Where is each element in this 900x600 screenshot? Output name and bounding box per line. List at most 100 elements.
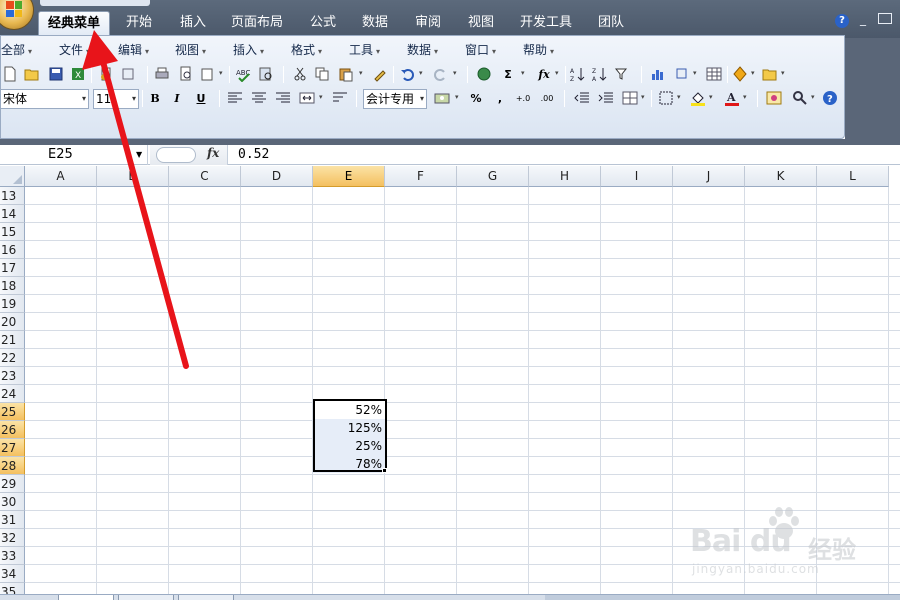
clipart-icon[interactable] [765, 89, 783, 107]
row-header-16[interactable]: 16 [0, 241, 25, 259]
tab-formulas[interactable]: 公式 [300, 11, 346, 35]
page-setup-icon[interactable] [199, 65, 217, 83]
chevron-down-icon[interactable]: ▾ [419, 69, 423, 77]
increase-indent-icon[interactable] [597, 89, 615, 107]
row-header-15[interactable]: 15 [0, 223, 25, 241]
formula-expand-handle[interactable] [156, 147, 196, 163]
row-header-18[interactable]: 18 [0, 277, 25, 295]
align-right-icon[interactable] [274, 89, 292, 107]
column-header-B[interactable]: B [97, 166, 169, 187]
format-painter-icon[interactable] [371, 65, 389, 83]
cell-E26[interactable]: 125% [313, 419, 385, 437]
sheet-tab[interactable] [118, 595, 174, 600]
cell-style-icon[interactable] [621, 89, 639, 107]
horizontal-scrollbar[interactable] [545, 595, 900, 600]
bold-button[interactable]: B [146, 89, 164, 107]
chevron-down-icon[interactable]: ▾ [751, 69, 755, 77]
column-header-D[interactable]: D [241, 166, 313, 187]
insert-function-icon[interactable]: fx [207, 146, 219, 160]
decrease-decimal-icon[interactable]: .00 [538, 89, 556, 107]
select-all-button[interactable] [0, 166, 25, 187]
tab-home[interactable]: 开始 [116, 11, 162, 35]
increase-decimal-icon[interactable]: +.0 [514, 89, 532, 107]
chevron-down-icon[interactable]: ▾ [359, 69, 363, 77]
chevron-down-icon[interactable]: ▼ [136, 150, 142, 159]
column-header-L[interactable]: L [817, 166, 889, 187]
chevron-down-icon[interactable]: ▾ [219, 69, 223, 77]
column-header-I[interactable]: I [601, 166, 673, 187]
font-name-select[interactable]: 宋体 ▾ [0, 89, 89, 109]
italic-button[interactable]: I [168, 89, 186, 107]
tab-view[interactable]: 视图 [458, 11, 504, 35]
chevron-down-icon[interactable]: ▾ [555, 69, 559, 77]
excel-icon[interactable]: X [69, 65, 87, 83]
row-header-35[interactable]: 35 [0, 583, 25, 594]
menu-all[interactable]: 全部 ▾ [1, 42, 32, 59]
chevron-down-icon[interactable]: ▾ [781, 69, 785, 77]
tab-classic-menu[interactable]: 经典菜单 [38, 11, 110, 35]
row-header-26[interactable]: 26 [0, 421, 25, 439]
chevron-down-icon[interactable]: ▾ [455, 93, 459, 101]
wrap-text-icon[interactable] [331, 89, 349, 107]
number-format-select[interactable]: 会计专用 ▾ [363, 89, 427, 109]
menu-tools[interactable]: 工具 ▾ [349, 42, 380, 59]
function-icon[interactable]: fx [535, 65, 553, 83]
fill-color-icon[interactable] [689, 89, 707, 107]
help-circle-icon[interactable]: ? [821, 89, 839, 107]
row-header-19[interactable]: 19 [0, 295, 25, 313]
chevron-down-icon[interactable]: ▾ [453, 69, 457, 77]
hyperlink-icon[interactable] [475, 65, 493, 83]
chevron-down-icon[interactable]: ▾ [521, 69, 525, 77]
print-icon[interactable] [153, 65, 171, 83]
column-header-K[interactable]: K [745, 166, 817, 187]
row-header-21[interactable]: 21 [0, 331, 25, 349]
accounting-format-icon[interactable] [433, 89, 451, 107]
tab-data[interactable]: 数据 [352, 11, 398, 35]
research-icon[interactable] [257, 65, 275, 83]
new-document-icon[interactable] [1, 65, 19, 83]
cell-E25[interactable]: 52% [313, 401, 385, 419]
print-preview-icon[interactable] [177, 65, 195, 83]
menu-view[interactable]: 视图 ▾ [175, 42, 206, 59]
row-header-14[interactable]: 14 [0, 205, 25, 223]
chevron-down-icon[interactable]: ▾ [677, 93, 681, 101]
row-header-13[interactable]: 13 [0, 187, 25, 205]
menu-data[interactable]: 数据 ▾ [407, 42, 438, 59]
chevron-down-icon[interactable]: ▾ [693, 69, 697, 77]
chevron-down-icon[interactable]: ▾ [743, 93, 747, 101]
spelling-icon[interactable]: ABC [235, 65, 253, 83]
column-header-J[interactable]: J [673, 166, 745, 187]
column-header-C[interactable]: C [169, 166, 241, 187]
row-header-22[interactable]: 22 [0, 349, 25, 367]
row-header-27[interactable]: 27 [0, 439, 25, 457]
cell-E28[interactable]: 78% [313, 455, 385, 473]
row-header-32[interactable]: 32 [0, 529, 25, 547]
underline-button[interactable]: U [192, 89, 210, 107]
fill-handle[interactable] [382, 468, 387, 473]
formula-input[interactable]: 0.52 [238, 147, 269, 162]
filter-icon[interactable] [613, 65, 631, 83]
comma-button[interactable]: , [491, 89, 509, 107]
column-header-H[interactable]: H [529, 166, 601, 187]
shapes-icon[interactable] [673, 65, 691, 83]
align-left-icon[interactable] [226, 89, 244, 107]
borders-icon[interactable] [657, 89, 675, 107]
font-color-icon[interactable]: A [723, 89, 741, 107]
align-center-icon[interactable] [250, 89, 268, 107]
tab-team[interactable]: 团队 [588, 11, 634, 35]
search-icon[interactable] [791, 89, 809, 107]
paste-icon[interactable] [337, 65, 355, 83]
autosum-icon[interactable]: Σ [499, 65, 517, 83]
font-size-select[interactable]: 11 ▾ [93, 89, 139, 109]
help-icon[interactable]: ? [835, 14, 849, 28]
tab-page-layout[interactable]: 页面布局 [224, 11, 290, 35]
attach-icon[interactable] [119, 65, 137, 83]
name-box[interactable]: E25 ▼ [0, 145, 148, 165]
chevron-down-icon[interactable]: ▾ [811, 93, 815, 101]
row-header-25[interactable]: 25 [0, 403, 25, 421]
row-header-17[interactable]: 17 [0, 259, 25, 277]
permission-icon[interactable] [97, 65, 115, 83]
open-folder-icon[interactable] [23, 65, 41, 83]
redo-icon[interactable] [431, 65, 449, 83]
chevron-down-icon[interactable]: ▾ [641, 93, 645, 101]
